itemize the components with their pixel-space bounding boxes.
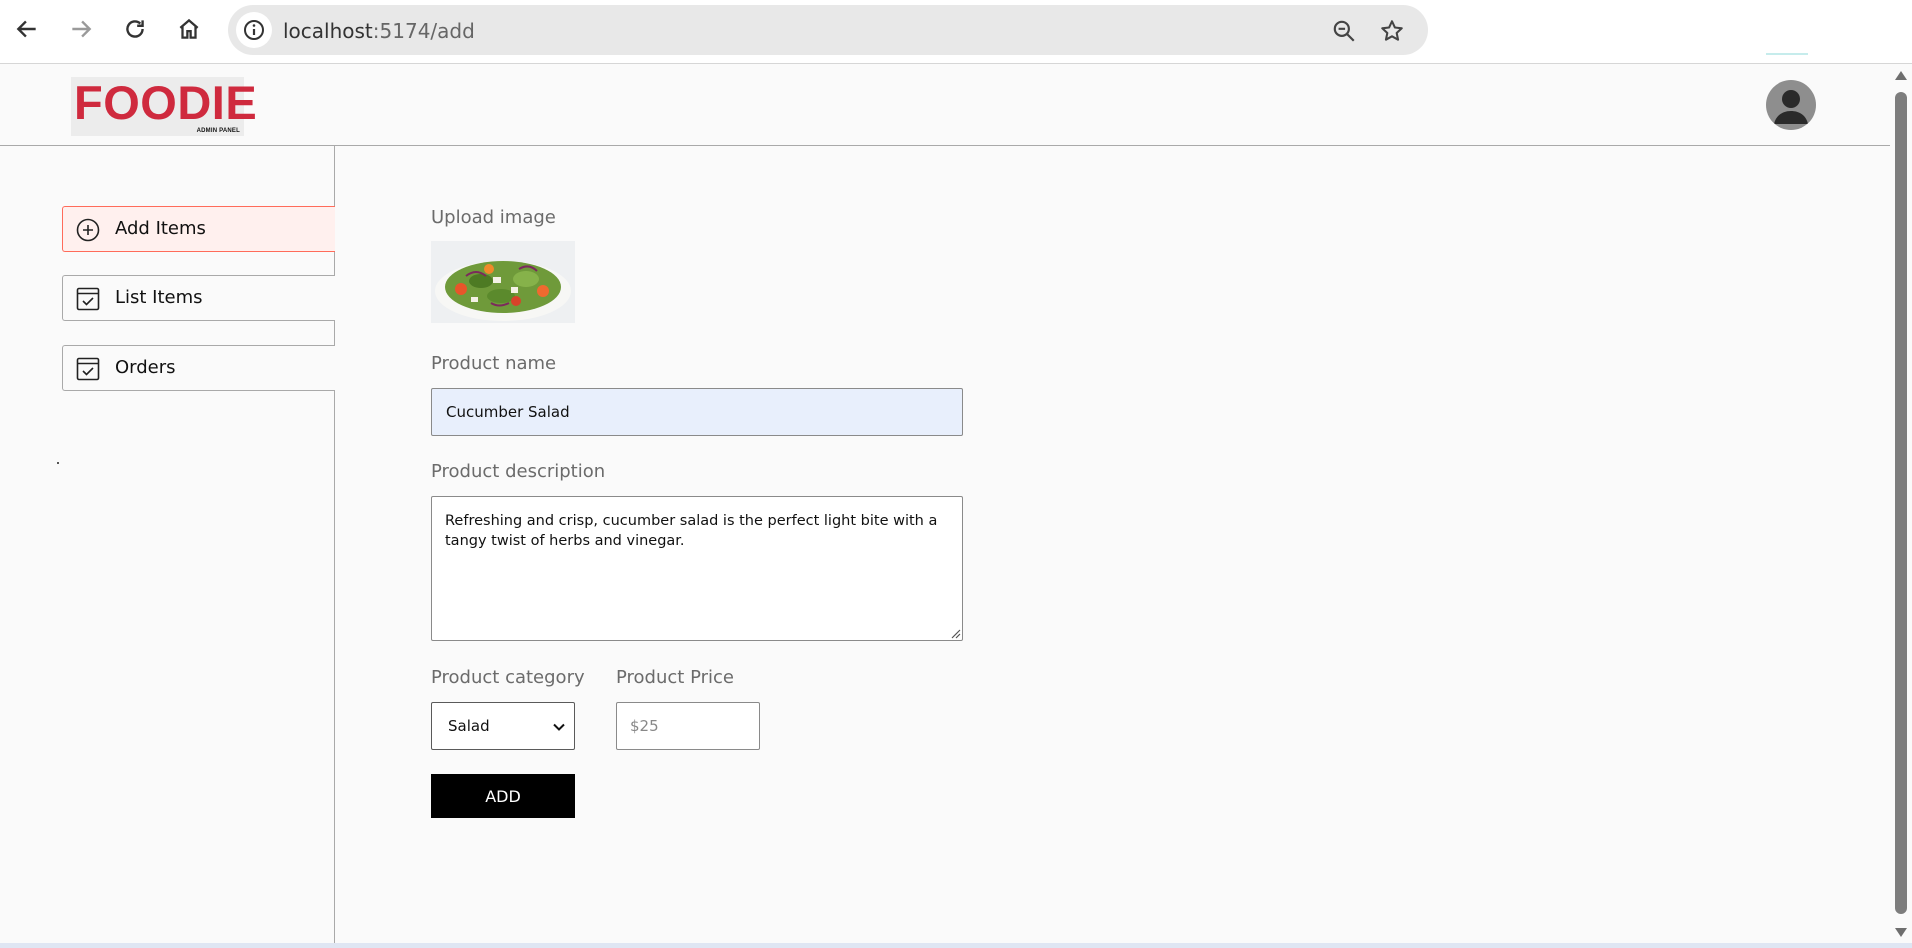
sidebar-item-orders[interactable]: Orders [62, 345, 335, 391]
zoom-out-icon [1333, 20, 1355, 42]
back-button[interactable] [10, 12, 44, 46]
site-info-button[interactable] [236, 12, 272, 48]
home-icon [179, 18, 199, 39]
product-description-label: Product description [431, 461, 606, 482]
bookmark-button[interactable] [1378, 17, 1406, 45]
checkbox-list-icon [76, 287, 100, 311]
scroll-up-arrow[interactable] [1895, 71, 1907, 80]
salad-image [431, 241, 575, 323]
arrow-left-icon [16, 20, 36, 38]
browser-toolbar: localhost:5174/add [0, 0, 1912, 64]
zoom-button[interactable] [1330, 17, 1358, 45]
product-name-label: Product name [431, 353, 557, 374]
resize-grip-icon[interactable] [949, 627, 961, 639]
logo-text: FOODIE [74, 76, 258, 129]
url-host: localhost [283, 19, 373, 43]
home-button[interactable] [172, 12, 206, 46]
product-category-label: Product category [431, 667, 585, 688]
user-avatar-icon [1774, 90, 1808, 124]
scroll-down-arrow[interactable] [1895, 928, 1907, 937]
product-price-input[interactable]: $25 [616, 702, 760, 750]
sidebar: Add Items List Items Orders [0, 146, 335, 943]
app-header: FOODIE ADMIN PANEL [0, 65, 1890, 146]
product-category-select[interactable]: Salad [431, 702, 575, 750]
reload-icon [126, 20, 144, 38]
address-bar[interactable]: localhost:5174/add [228, 5, 1428, 55]
sidebar-item-label: Orders [115, 357, 176, 378]
scroll-thumb[interactable] [1895, 92, 1907, 914]
product-description-textarea[interactable]: Refreshing and crisp, cucumber salad is … [431, 496, 963, 641]
upload-image-label: Upload image [431, 207, 556, 228]
add-button[interactable]: ADD [431, 774, 575, 818]
star-icon [1381, 20, 1403, 41]
product-price-placeholder: $25 [630, 717, 659, 735]
sidebar-item-list-items[interactable]: List Items [62, 275, 335, 321]
sidebar-item-label: List Items [115, 287, 203, 308]
logo-subtext: ADMIN PANEL [196, 128, 240, 134]
product-name-input[interactable] [431, 388, 963, 436]
checkbox-orders-icon [76, 357, 100, 381]
profile-avatar[interactable] [1766, 80, 1816, 130]
toolbar-accent [1766, 53, 1808, 55]
info-icon [244, 20, 264, 40]
product-category-value: Salad [448, 717, 490, 735]
chevron-down-icon [553, 723, 565, 731]
logo: FOODIE ADMIN PANEL [71, 76, 257, 136]
arrow-right-icon [72, 20, 92, 38]
url-text: localhost:5174/add [283, 19, 475, 43]
sidebar-item-label: Add Items [115, 218, 206, 239]
page-scrollbar[interactable] [1890, 65, 1912, 943]
upload-image-preview[interactable] [431, 241, 575, 323]
forward-button[interactable] [64, 12, 98, 46]
sidebar-item-add-items[interactable]: Add Items [62, 206, 335, 252]
reload-button[interactable] [118, 12, 152, 46]
stray-dot [57, 462, 59, 464]
url-path: :5174/add [372, 19, 475, 43]
bottom-edge [0, 943, 1912, 948]
product-price-label: Product Price [616, 667, 734, 688]
add-circle-icon [76, 218, 100, 242]
